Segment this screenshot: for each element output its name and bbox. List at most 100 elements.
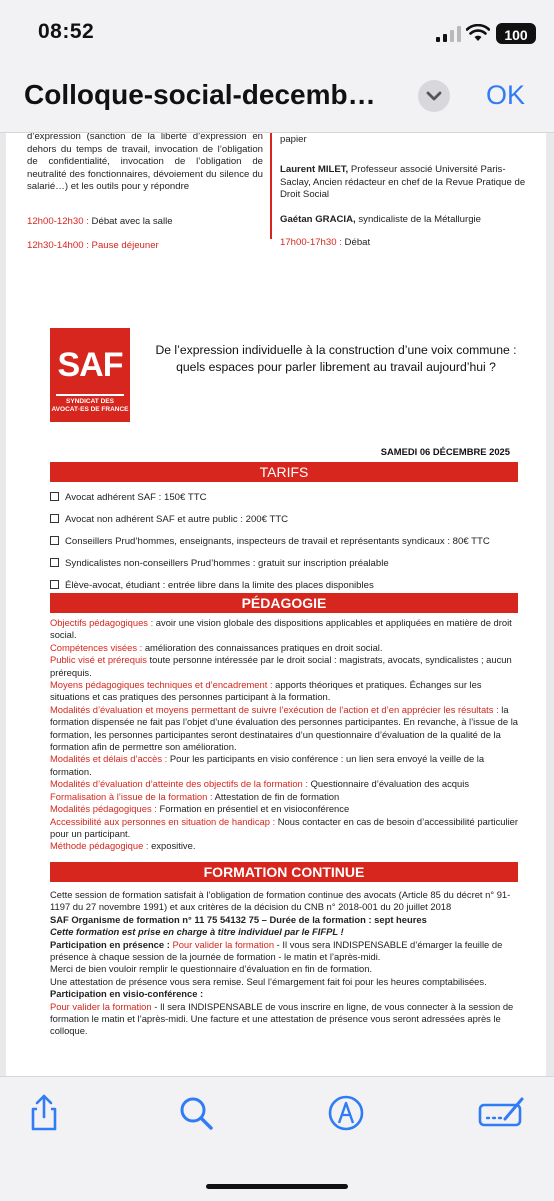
headline-line-1: De l’expression individuelle à la constr… (155, 343, 517, 357)
pedagogie-label: Accessibilité aux personnes en situation… (50, 815, 276, 827)
formation-merci: Merci de bien vouloir remplir le questio… (50, 963, 373, 975)
wifi-icon (466, 24, 490, 41)
pedagogie-label: Modalités d’évaluation d’atteinte des ob… (50, 778, 308, 790)
formation-attestation: Une attestation de présence vous sera re… (50, 975, 487, 987)
tarif-text: Syndicalistes non-conseillers Prud’homme… (65, 558, 389, 569)
tarif-text: Avocat non adhérent SAF et autre public … (65, 514, 289, 525)
speaker-1: Laurent MILET, Professeur associé Univer… (280, 164, 530, 202)
schedule-slot-2: 12h30-14h00 : Pause déjeuner (27, 240, 159, 251)
pedagogie-item: Public visé et prérequis toute personne … (50, 654, 520, 679)
logo-line-1: SYNDICAT DES (66, 398, 114, 405)
signature-icon[interactable] (478, 1093, 526, 1133)
status-time: 08:52 (38, 20, 95, 43)
pedagogie-item: Modalités et délais d’accès : Pour les p… (50, 753, 520, 778)
tarif-text: Élève-avocat, étudiant : entrée libre da… (65, 580, 374, 591)
pedagogie-item: Formalisation à l’issue de la formation … (50, 791, 520, 803)
tarif-text: Conseillers Prud’hommes, enseignants, in… (65, 536, 490, 547)
slot-label: Débat (341, 237, 371, 248)
headline-line-2: quels espaces pour parler librement au t… (176, 360, 496, 374)
checkbox-icon (50, 514, 59, 523)
checkbox-icon (50, 558, 59, 567)
tarif-item: Syndicalistes non-conseillers Prud’homme… (50, 558, 389, 569)
checkbox-icon (50, 536, 59, 545)
tarif-item: Avocat adhérent SAF : 150€ TTC (50, 492, 207, 503)
speaker-name: Gaétan GRACIA, (280, 214, 356, 225)
pedagogie-text: expositive. (148, 840, 196, 852)
checkbox-icon (50, 492, 59, 501)
chevron-down-icon (426, 91, 442, 101)
checkbox-icon (50, 580, 59, 589)
formation-section: Cette session de formation satisfait à l… (50, 889, 520, 1038)
formation-heading: FORMATION CONTINUE (50, 862, 518, 882)
bottom-toolbar (0, 1076, 554, 1201)
pedagogie-label: Compétences visées : (50, 641, 143, 653)
presence-title: Participation en présence : (50, 938, 170, 950)
pedagogie-label: Moyens pédagogiques techniques et d’enca… (50, 679, 273, 691)
schedule-slot-3: 17h00-17h30 : Débat (280, 237, 530, 250)
pedagogie-label: Modalités pédagogiques : (50, 803, 157, 815)
event-date: SAMEDI 06 DÉCEMBRE 2025 (380, 446, 510, 457)
pedagogie-item: Modalités pédagogiques : Formation en pr… (50, 803, 520, 815)
pedagogie-label: Public visé et prérequis (50, 654, 147, 666)
document-viewer[interactable]: d’expression (sanction de la liberté d’e… (0, 133, 554, 1076)
title-menu-button[interactable] (418, 80, 450, 112)
document-title[interactable]: Colloque-social-decemb… (24, 79, 404, 111)
markup-icon[interactable] (326, 1093, 366, 1133)
pdf-page-2: SAF SYNDICAT DES AVOCAT·ES DE FRANCE De … (6, 296, 546, 1076)
home-indicator (206, 1184, 348, 1189)
pedagogie-label: Modalités d’évaluation et moyens permett… (50, 703, 499, 715)
formation-org: SAF Organisme de formation n° 11 75 5413… (50, 913, 427, 925)
tarif-item: Avocat non adhérent SAF et autre public … (50, 514, 288, 525)
visio-link: Pour valider la formation (50, 1000, 152, 1012)
presence-link: Pour valider la formation (172, 938, 275, 950)
share-icon[interactable] (24, 1093, 64, 1133)
saf-logo: SAF SYNDICAT DES AVOCAT·ES DE FRANCE (50, 328, 130, 422)
visio-title: Participation en visio-conférence : (50, 988, 204, 1000)
logo-subtitle: SYNDICAT DES AVOCAT·ES DE FRANCE (50, 398, 130, 414)
document-nav-bar: Colloque-social-decemb… OK (0, 62, 554, 133)
cellular-signal-icon (436, 26, 461, 42)
logo-line-2: AVOCAT·ES DE FRANCE (51, 406, 129, 413)
schedule-slot-1: 12h00-12h30 : Débat avec la salle (27, 216, 263, 229)
pedagogie-text: Attestation de fin de formation (212, 790, 340, 802)
pedagogie-text: Formation en présentiel et en visioconfé… (156, 803, 350, 815)
pedagogie-label: Méthode pédagogique : (50, 840, 149, 852)
search-icon[interactable] (176, 1093, 216, 1133)
pedagogie-label: Objectifs pédagogiques : (50, 617, 154, 628)
document-headline: De l’expression individuelle à la constr… (146, 342, 526, 376)
tarif-item: Conseillers Prud’hommes, enseignants, in… (50, 536, 490, 547)
pedagogie-item: Compétences visées : amélioration des co… (50, 642, 520, 654)
formation-fifpl: Cette formation est prise en charge à ti… (50, 926, 344, 938)
pedagogie-label: Modalités et délais d’accès : (50, 753, 168, 765)
pedagogie-heading: PÉDAGOGIE (50, 593, 518, 613)
pedagogie-item: Modalités d’évaluation et moyens permett… (50, 704, 520, 754)
speaker-2: Gaétan GRACIA, syndicaliste de la Métall… (280, 214, 530, 227)
speaker-desc: syndicaliste de la Métallurgie (355, 214, 482, 225)
slot-time: 17h00-17h30 : (280, 237, 342, 248)
logo-divider (56, 394, 124, 396)
slot-label: Débat avec la salle (88, 216, 173, 227)
pedagogie-item: Objectifs pédagogiques : avoir une visio… (50, 617, 520, 642)
column-divider (270, 133, 272, 239)
slot-time: 12h00-12h30 : (27, 216, 89, 227)
speaker-name: Laurent MILET, (280, 164, 349, 175)
battery-indicator: 100 (496, 23, 536, 44)
formation-intro: Cette session de formation satisfait à l… (50, 889, 511, 913)
visio-paragraph: Pour valider la formation - Il sera INDI… (50, 1001, 520, 1038)
pedagogie-list: Objectifs pédagogiques : avoir une visio… (50, 617, 520, 853)
presence-paragraph: Participation en présence : Pour valider… (50, 939, 520, 964)
pedagogie-item: Accessibilité aux personnes en situation… (50, 816, 520, 841)
pedagogie-item: Moyens pédagogiques techniques et d’enca… (50, 679, 520, 704)
logo-text: SAF (57, 346, 124, 384)
pedagogie-item: Modalités d’évaluation d’atteinte des ob… (50, 778, 520, 790)
tarif-item: Élève-avocat, étudiant : entrée libre da… (50, 580, 374, 591)
pedagogie-label: Formalisation à l’issue de la formation … (50, 790, 213, 802)
pedagogie-text: amélioration des connaissances pratiques… (142, 641, 383, 653)
tarif-text: Avocat adhérent SAF : 150€ TTC (65, 492, 207, 503)
pedagogie-item: Méthode pédagogique : expositive. (50, 840, 520, 852)
ok-button[interactable]: OK (486, 80, 525, 111)
page1-right-text: accord avec l’employeur, au tract papier… (280, 133, 307, 145)
page1-left-text: d’expression (sanction de la liberté d’e… (27, 133, 263, 193)
pedagogie-text: Questionnaire d’évaluation des acquis (307, 778, 470, 790)
status-bar: 08:52 100 (0, 0, 554, 60)
